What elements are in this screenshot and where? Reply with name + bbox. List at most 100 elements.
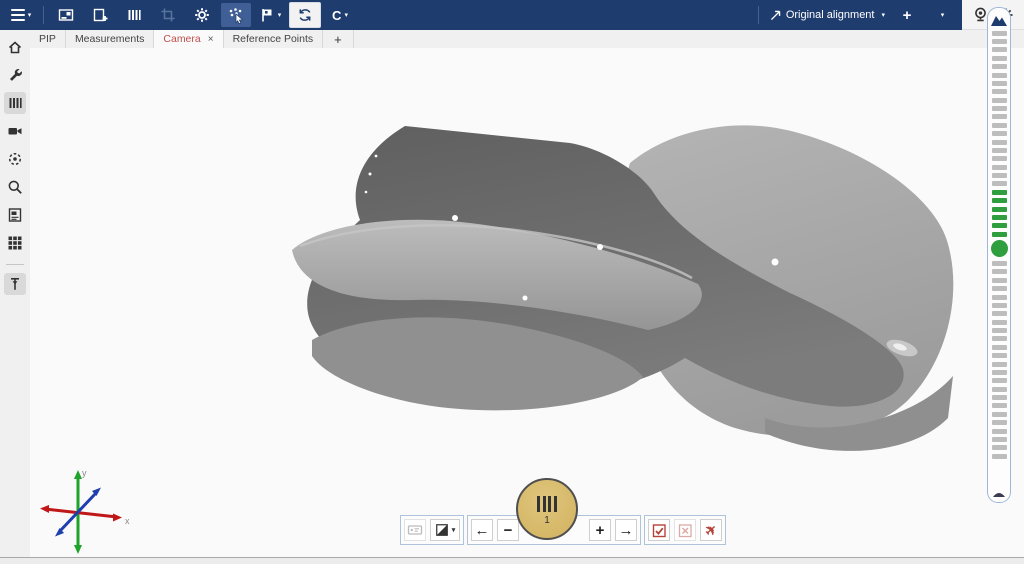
chevron-down-icon: ▾ xyxy=(941,12,945,19)
scale-stripe-gray xyxy=(992,370,1007,375)
add-alignment-button[interactable]: + xyxy=(892,3,922,27)
stripe-bars-icon xyxy=(537,496,557,512)
flag-button[interactable]: ▾ xyxy=(255,3,285,27)
cross-box-icon xyxy=(678,523,693,538)
tab-label: Measurements xyxy=(75,33,144,45)
scale-stripe-gray xyxy=(992,445,1007,450)
scale-stripe-gray xyxy=(992,378,1007,383)
scale-stripe-gray xyxy=(992,98,1007,103)
scan-confirm-group: ✈ xyxy=(644,515,726,545)
add-alignment-menu-button[interactable]: ▾ xyxy=(926,3,956,27)
refresh-button[interactable] xyxy=(289,2,321,28)
sidebar-item-camera-video[interactable] xyxy=(4,120,26,142)
sidebar-item-apps-grid[interactable] xyxy=(4,232,26,254)
tab-camera[interactable]: Camera× xyxy=(154,30,223,48)
scanned-model-mesh xyxy=(30,48,1024,557)
layout-pip-button[interactable] xyxy=(51,3,81,27)
scale-stripe-gray xyxy=(992,269,1007,274)
chevron-down-icon: ▾ xyxy=(28,12,32,19)
viewport-3d[interactable]: y x xyxy=(30,48,1024,557)
rotate-button[interactable]: C ▾ xyxy=(325,3,355,27)
chevron-down-icon: ▾ xyxy=(278,12,282,19)
minus-icon: − xyxy=(504,522,513,539)
scale-stripe-gray xyxy=(992,114,1007,119)
layout-pip-icon xyxy=(58,7,74,23)
alignment-label: Original alignment xyxy=(786,9,875,21)
scale-stripe-gray xyxy=(992,81,1007,86)
axis-y-label: y xyxy=(82,468,87,478)
contrast-split-button[interactable]: ▾ xyxy=(430,519,460,541)
stripe-pattern-button[interactable] xyxy=(119,3,149,27)
refresh-icon xyxy=(297,7,313,23)
chevron-down-icon: ▾ xyxy=(452,527,456,534)
plane-icon: ✈ xyxy=(702,521,720,539)
increase-button[interactable]: + xyxy=(589,519,611,541)
sidebar-item-report-notes[interactable] xyxy=(4,204,26,226)
tab-label: Reference Points xyxy=(233,33,314,45)
scale-stripe-gray xyxy=(992,181,1007,186)
scale-stripe-gray xyxy=(992,362,1007,367)
exposure-scale-slider[interactable] xyxy=(987,7,1011,503)
scale-stripe-gray xyxy=(992,173,1007,178)
decrease-button[interactable]: − xyxy=(497,519,519,541)
crop-button[interactable] xyxy=(153,3,183,27)
arrow-right-icon: → xyxy=(619,523,634,538)
add-tab-button[interactable]: + xyxy=(323,30,354,48)
menu-button[interactable]: ▾ xyxy=(6,3,36,27)
scale-stripe-gray xyxy=(992,328,1007,333)
tab-measurements[interactable]: Measurements xyxy=(66,30,154,48)
scale-stripe-gray xyxy=(992,387,1007,392)
tools-wrench-icon xyxy=(7,67,23,83)
confirm-scan-button[interactable] xyxy=(648,519,670,541)
plus-label: + xyxy=(903,7,912,24)
scale-stripe-green xyxy=(992,207,1007,212)
point-picking-button[interactable] xyxy=(221,3,251,27)
scale-position-indicator[interactable] xyxy=(991,240,1008,257)
sidebar-item-search-zoom[interactable] xyxy=(4,176,26,198)
scale-stripe-gray xyxy=(992,39,1007,44)
scale-stripe-gray xyxy=(992,261,1007,266)
abort-button[interactable]: ✈ xyxy=(700,519,722,541)
scale-stripe-gray xyxy=(992,123,1007,128)
scan-count: 1 xyxy=(544,515,550,526)
sidebar-item-tracking-target[interactable] xyxy=(4,148,26,170)
tab-label: PIP xyxy=(39,33,56,45)
toolbar-separator xyxy=(758,6,759,24)
toolbar-separator xyxy=(43,6,44,24)
window-bottom-edge xyxy=(0,557,1024,564)
mound-icon xyxy=(991,489,1007,498)
point-picking-cursor-icon xyxy=(227,6,245,24)
sidebar-item-home[interactable] xyxy=(4,36,26,58)
alignment-selector[interactable]: Original alignment ▾ xyxy=(766,3,888,27)
sidebar-item-pin[interactable] xyxy=(4,273,26,295)
scale-stripe-gray xyxy=(992,106,1007,111)
next-scan-button[interactable]: → xyxy=(615,519,637,541)
report-notes-icon xyxy=(7,207,23,223)
sidebar-item-tools-wrench[interactable] xyxy=(4,64,26,86)
settings-button[interactable] xyxy=(187,3,217,27)
contrast-split-icon xyxy=(435,523,449,537)
axis-x-label: x xyxy=(125,516,130,526)
top-toolbar-main: ▾ xyxy=(0,0,962,30)
previous-scan-button[interactable]: ← xyxy=(471,519,493,541)
scale-stripe-gray xyxy=(992,31,1007,36)
stripe-projection-icon xyxy=(7,95,23,111)
scale-stripe-gray xyxy=(992,353,1007,358)
scale-stripe-gray xyxy=(992,73,1007,78)
close-icon[interactable]: × xyxy=(208,34,214,45)
tab-pip[interactable]: PIP xyxy=(30,30,66,48)
histogram-mountains-icon xyxy=(990,12,1008,27)
discard-scan-button[interactable] xyxy=(674,519,696,541)
id-card-button[interactable] xyxy=(404,519,426,541)
scale-stripe-gray xyxy=(992,412,1007,417)
scale-stripe-gray xyxy=(992,454,1007,459)
scale-stripe-green xyxy=(992,232,1007,237)
check-box-icon xyxy=(652,523,667,538)
scale-stripe-green xyxy=(992,223,1007,228)
tab-reference-points[interactable]: Reference Points xyxy=(224,30,324,48)
add-measurement-button[interactable] xyxy=(85,3,115,27)
scan-trigger-button[interactable]: 1 xyxy=(516,478,578,540)
plus-icon: + xyxy=(596,522,605,539)
sidebar-item-stripe-projection[interactable] xyxy=(4,92,26,114)
home-icon xyxy=(7,39,23,55)
